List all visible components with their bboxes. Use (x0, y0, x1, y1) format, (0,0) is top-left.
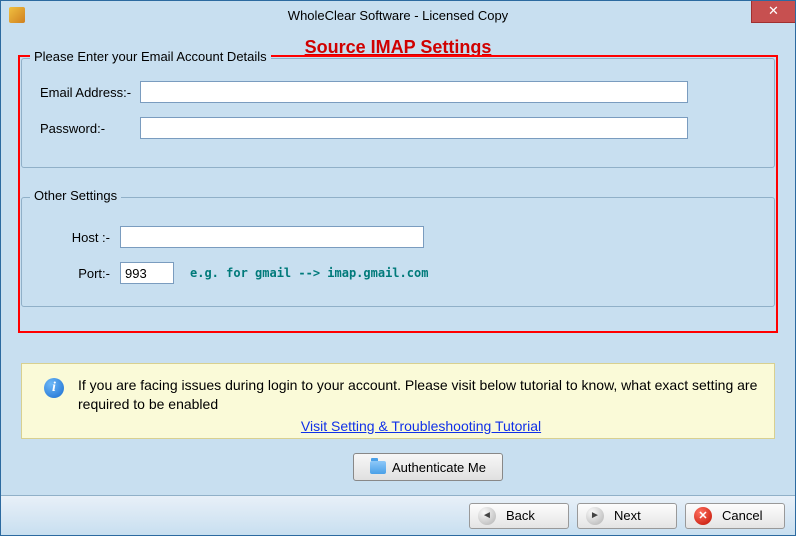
titlebar: WholeClear Software - Licensed Copy ✕ (1, 1, 795, 29)
other-settings-legend: Other Settings (30, 188, 121, 203)
account-details-legend: Please Enter your Email Account Details (30, 49, 271, 64)
info-panel: i If you are facing issues during login … (21, 363, 775, 439)
host-label: Host :- (40, 230, 120, 245)
host-row: Host :- (40, 226, 764, 248)
info-body: If you are facing issues during login to… (78, 376, 764, 430)
host-hint: e.g. for gmail --> imap.gmail.com (190, 266, 428, 280)
next-label: Next (614, 508, 641, 523)
close-icon: ✕ (768, 3, 779, 18)
host-input[interactable] (120, 226, 424, 248)
password-label: Password:- (40, 121, 140, 136)
info-icon: i (44, 378, 64, 398)
app-icon (9, 7, 25, 23)
password-input[interactable] (140, 117, 688, 139)
port-input[interactable] (120, 262, 174, 284)
cancel-button[interactable]: ✕ Cancel (685, 503, 785, 529)
content-area: Source IMAP Settings Please Enter your E… (1, 29, 795, 535)
authenticate-label: Authenticate Me (392, 460, 486, 475)
window-title: WholeClear Software - Licensed Copy (1, 8, 795, 23)
cancel-icon: ✕ (694, 507, 712, 525)
wizard-nav-bar: ◄ Back ► Next ✕ Cancel (1, 495, 795, 535)
port-row: Port:- e.g. for gmail --> imap.gmail.com (40, 262, 764, 284)
port-label: Port:- (40, 266, 120, 281)
back-label: Back (506, 508, 535, 523)
other-settings-group: Other Settings Host :- Port:- e.g. for g… (21, 197, 775, 307)
email-label: Email Address:- (40, 85, 140, 100)
folder-icon (370, 461, 386, 474)
back-arrow-icon: ◄ (478, 507, 496, 525)
close-button[interactable]: ✕ (751, 1, 795, 23)
authenticate-button[interactable]: Authenticate Me (353, 453, 503, 481)
app-window: WholeClear Software - Licensed Copy ✕ So… (0, 0, 796, 536)
email-row: Email Address:- (40, 81, 764, 103)
next-arrow-icon: ► (586, 507, 604, 525)
back-button[interactable]: ◄ Back (469, 503, 569, 529)
troubleshoot-link[interactable]: Visit Setting & Troubleshooting Tutorial (78, 418, 764, 434)
next-button[interactable]: ► Next (577, 503, 677, 529)
password-row: Password:- (40, 117, 764, 139)
info-text: If you are facing issues during login to… (78, 376, 764, 414)
cancel-label: Cancel (722, 508, 762, 523)
email-input[interactable] (140, 81, 688, 103)
account-details-group: Please Enter your Email Account Details … (21, 58, 775, 168)
